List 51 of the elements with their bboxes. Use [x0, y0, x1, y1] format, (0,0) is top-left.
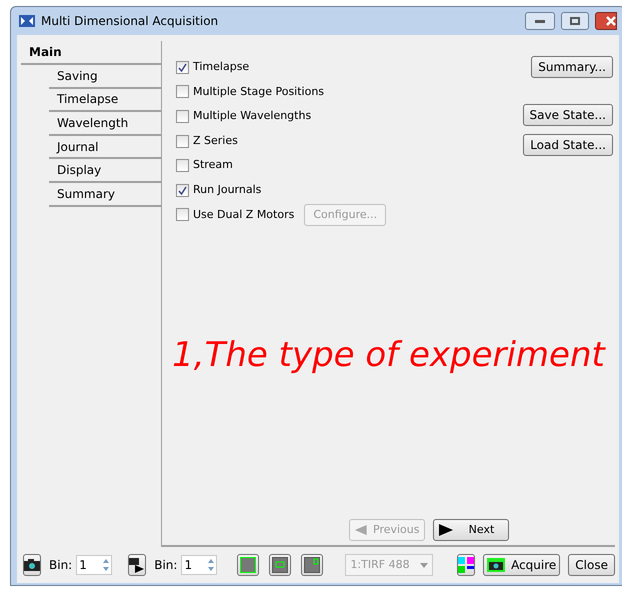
sidebar-item[interactable]: Wavelength [49, 112, 161, 136]
app-logo-icon [19, 15, 35, 27]
sidebar-item[interactable]: Timelapse [49, 88, 161, 112]
side-button[interactable]: Summary... [531, 56, 613, 78]
option-checkbox[interactable]: Multiple Stage Positions [176, 84, 324, 100]
option-checkbox[interactable]: Timelapse [176, 59, 250, 76]
option-checkbox[interactable]: Multiple Wavelengths [176, 108, 312, 125]
snap-button[interactable] [23, 554, 41, 576]
option-checkbox[interactable]: Stream [176, 157, 233, 174]
side-button[interactable]: Load State... [523, 134, 613, 156]
bin-label: Bin: [154, 557, 178, 574]
region-icon [240, 557, 256, 573]
camera-icon [487, 558, 506, 572]
bin-label: Bin: [49, 557, 72, 574]
color-layout-button[interactable] [457, 554, 476, 576]
option-checkbox[interactable]: Run Journals [176, 182, 262, 199]
live-button[interactable] [128, 554, 146, 576]
next-button[interactable]: Next [432, 519, 508, 541]
maximize-button[interactable] [561, 12, 589, 30]
sidebar-item[interactable]: Summary [49, 182, 161, 207]
camera-icon [24, 559, 40, 571]
option-checkbox[interactable]: Use Dual Z Motors [176, 206, 294, 224]
region-icon [304, 557, 320, 573]
window-title: Multi Dimensional Acquisition [41, 13, 220, 30]
minimize-button[interactable] [525, 12, 555, 30]
dropdown-caret-icon [420, 562, 428, 568]
option-checkbox[interactable]: Z Series [176, 132, 238, 150]
camera-play-icon [129, 557, 146, 573]
region-button[interactable] [237, 554, 260, 576]
region-button[interactable] [269, 554, 292, 576]
spin-arrows-icon[interactable] [206, 557, 216, 573]
sidebar-item[interactable]: Display [49, 159, 161, 183]
annotation-text: 1,The type of experiment [172, 334, 605, 377]
right-triangle-icon [438, 524, 454, 536]
sidebar-header[interactable]: Main [21, 41, 161, 65]
sidebar-item[interactable]: Journal [49, 136, 161, 160]
color-grid-icon [458, 557, 474, 573]
sidebar-item[interactable]: Saving [49, 65, 161, 89]
side-button[interactable]: Save State... [522, 104, 613, 126]
acquire-button[interactable]: Acquire [483, 554, 560, 576]
spin-arrows-icon[interactable] [101, 557, 112, 573]
close-button[interactable]: Close [568, 554, 615, 576]
close-window-button[interactable] [595, 12, 617, 30]
region-icon [272, 557, 288, 573]
checkmark-icon [178, 186, 187, 195]
region-button[interactable] [301, 554, 324, 576]
close-icon [606, 16, 616, 26]
bin-spinner[interactable]: 1 [181, 555, 218, 575]
left-triangle-icon [354, 524, 367, 536]
bin-spinner[interactable]: 1 [76, 555, 112, 575]
checkmark-icon [178, 62, 187, 72]
